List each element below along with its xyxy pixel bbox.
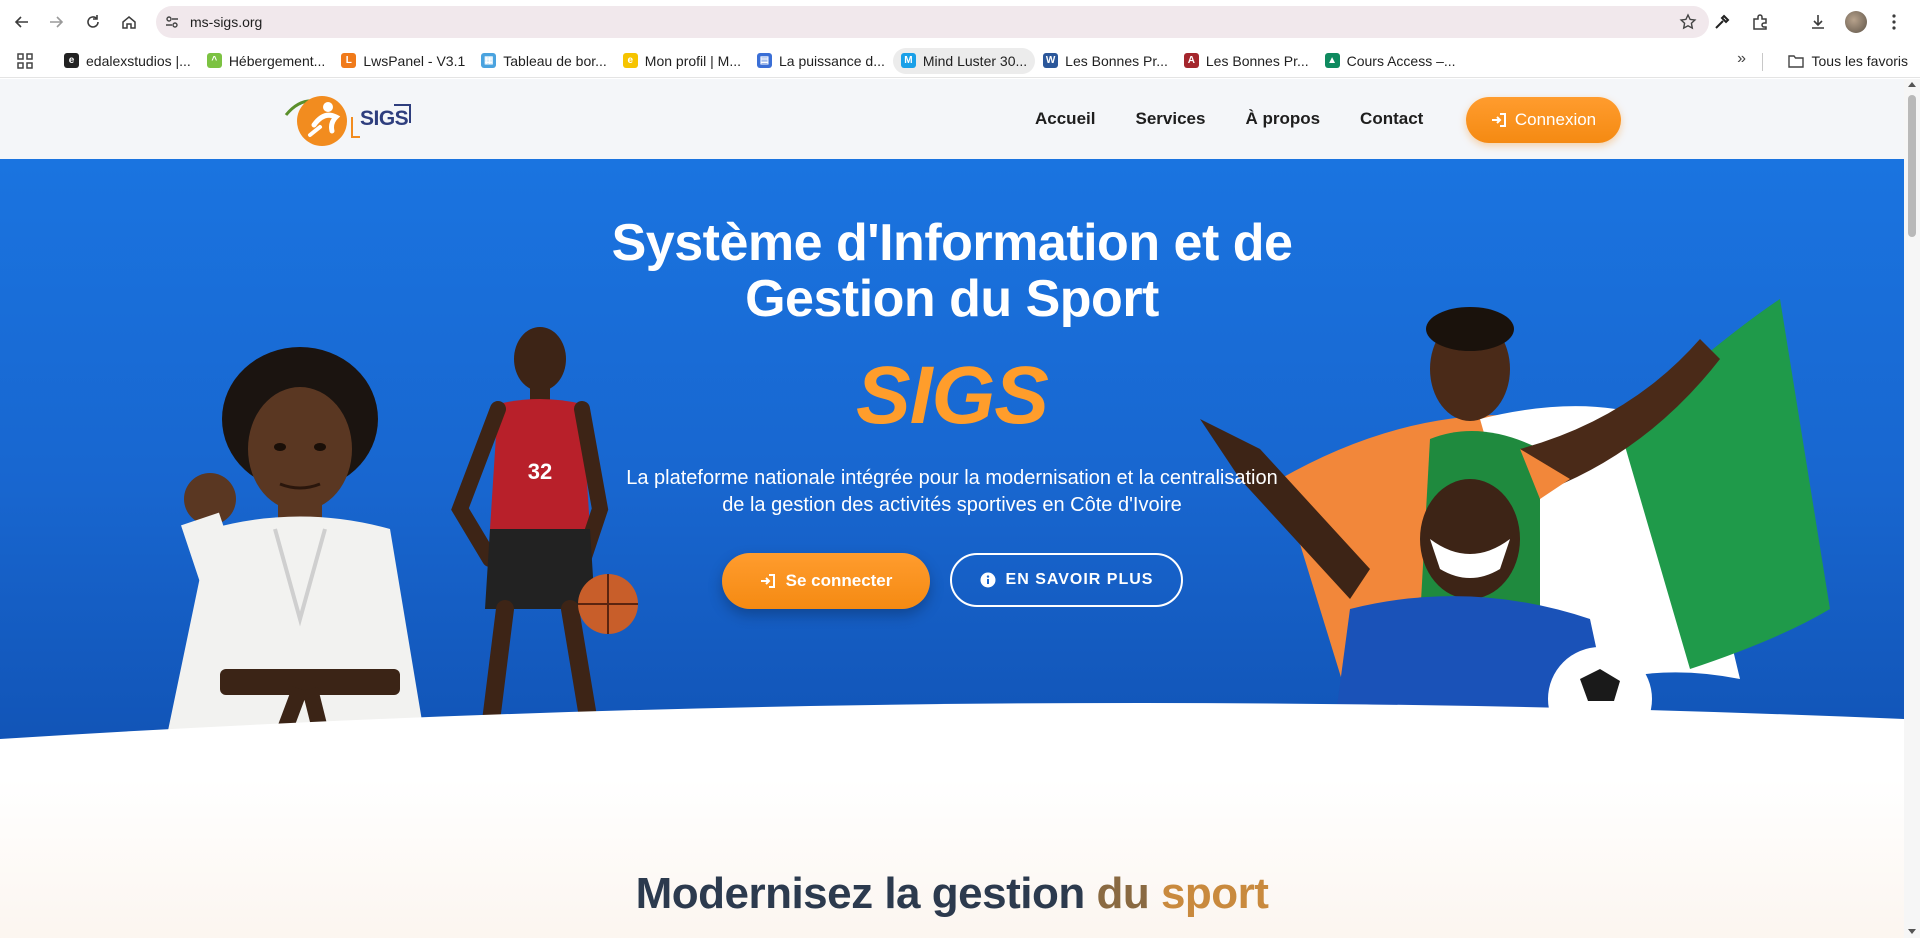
- bookmark-favicon-icon: L: [341, 53, 357, 68]
- bookmark-item[interactable]: L LwsPanel - V3.1: [333, 48, 473, 74]
- back-button[interactable]: [6, 6, 38, 38]
- bookmark-favicon-icon: e: [64, 53, 79, 68]
- section-title: Modernisez la gestion du sport: [452, 869, 1452, 919]
- download-icon[interactable]: [1802, 6, 1834, 38]
- page-viewport: SIGS Accueil Services À propos Contact C…: [0, 79, 1904, 938]
- se-connecter-label: Se connecter: [785, 571, 893, 590]
- bookmark-favicon-icon: e: [622, 53, 638, 68]
- bookmark-item[interactable]: e edalexstudios |...: [56, 48, 199, 74]
- info-icon: [980, 572, 996, 588]
- bookmarks-bar: e edalexstudios |... ^ Hébergement... L LwsPa…: [0, 44, 1920, 78]
- forward-button[interactable]: [40, 6, 72, 38]
- browser-toolbar: ms-sigs.org: [0, 0, 1920, 44]
- nav-a-propos[interactable]: À propos: [1245, 109, 1320, 129]
- site-info-icon[interactable]: [156, 14, 188, 30]
- scroll-down-arrow-icon[interactable]: [1908, 929, 1916, 934]
- bookmark-label: Hébergement...: [228, 52, 326, 69]
- connexion-button[interactable]: Connexion: [1466, 97, 1621, 143]
- bookmark-item[interactable]: ▤ La puissance d...: [749, 48, 893, 74]
- hero-wave-divider: [0, 703, 1904, 759]
- hero-subtitle-line1: La plateforme nationale intégrée pour la…: [626, 467, 1278, 489]
- home-icon: [122, 16, 136, 29]
- bookmark-label: Mind Luster 30...: [922, 52, 1028, 69]
- en-savoir-plus-label: EN SAVOIR PLUS: [1005, 571, 1154, 588]
- en-savoir-plus-button[interactable]: EN SAVOIR PLUS: [950, 553, 1183, 607]
- bookmark-label: Cours Access –...: [1346, 52, 1456, 69]
- bookmark-item[interactable]: ▲ Cours Access –...: [1317, 48, 1464, 74]
- bookmark-favicon-icon: ▤: [757, 53, 773, 68]
- profile-button[interactable]: [1840, 6, 1872, 38]
- main-nav: Accueil Services À propos Contact: [1035, 109, 1463, 129]
- bookmark-favicon-icon: A: [1183, 53, 1199, 68]
- logo-text: SIGS: [360, 107, 409, 130]
- all-bookmarks-label: Tous les favoris: [1811, 53, 1908, 69]
- section-title-part1: Modernisez la gestion: [635, 869, 1086, 918]
- hero-title-line1: Système d'Information et de: [611, 214, 1293, 272]
- hero-section: 32 Système d'Information et de Gestion d…: [0, 159, 1904, 759]
- home-button[interactable]: [113, 6, 145, 38]
- bookmark-label: La puissance d...: [779, 52, 885, 69]
- hero-subtitle: La plateforme nationale intégrée pour la…: [552, 465, 1352, 519]
- hero-title-line2: Gestion du Sport: [745, 270, 1159, 328]
- reload-button[interactable]: [77, 6, 109, 38]
- jersey-number: 32: [528, 459, 552, 484]
- bookmark-favicon-icon: ▲: [1324, 53, 1340, 68]
- arrow-right-icon: [50, 16, 64, 28]
- more-menu-icon[interactable]: [1878, 6, 1910, 38]
- bookmark-item[interactable]: W Les Bonnes Pr...: [1035, 48, 1176, 74]
- avatar: [1845, 11, 1867, 33]
- bookmark-label: Tableau de bor...: [503, 52, 607, 69]
- extensions-icon[interactable]: [1744, 6, 1776, 38]
- login-icon: [1491, 113, 1506, 127]
- site-logo[interactable]: SIGS: [284, 85, 424, 146]
- arrow-left-icon: [14, 16, 28, 28]
- page-scrollbar[interactable]: [1904, 79, 1920, 938]
- all-bookmarks-button[interactable]: Tous les favoris: [1787, 48, 1908, 74]
- nav-contact[interactable]: Contact: [1360, 109, 1423, 129]
- bookmark-favicon-icon: M: [900, 53, 916, 68]
- bookmark-label: LwsPanel - V3.1: [363, 52, 466, 69]
- bookmark-item[interactable]: M Mind Luster 30...: [892, 47, 1036, 74]
- bookmark-item[interactable]: ^ Hébergement...: [199, 48, 334, 74]
- bookmark-item[interactable]: ▦ Tableau de bor...: [473, 48, 615, 74]
- bookmark-item[interactable]: e Mon profil | M...: [615, 48, 749, 74]
- connexion-label: Connexion: [1514, 110, 1597, 129]
- nav-services[interactable]: Services: [1135, 109, 1205, 129]
- scrollbar-thumb[interactable]: [1908, 95, 1916, 237]
- divider: [1762, 53, 1763, 71]
- eyedropper-icon[interactable]: [1706, 6, 1738, 38]
- bookmark-label: Les Bonnes Pr...: [1065, 52, 1168, 69]
- bookmark-label: Les Bonnes Pr...: [1205, 52, 1309, 69]
- bookmark-favicon-icon: ▦: [481, 53, 497, 68]
- scroll-up-arrow-icon[interactable]: [1908, 82, 1916, 87]
- bookmark-favicon-icon: ^: [206, 53, 222, 68]
- hero-subtitle-line2: de la gestion des activités sportives en…: [722, 494, 1182, 516]
- address-bar[interactable]: ms-sigs.org: [156, 6, 1709, 38]
- url-text[interactable]: ms-sigs.org: [190, 14, 262, 30]
- login-icon: [760, 574, 775, 588]
- hero-title: Système d'Information et de Gestion du S…: [452, 215, 1452, 327]
- hero-brand: SIGS: [856, 350, 1049, 441]
- bookmark-item[interactable]: A Les Bonnes Pr...: [1176, 48, 1317, 74]
- folder-icon: [1787, 55, 1804, 68]
- bookmark-star-icon[interactable]: [1679, 13, 1697, 36]
- section-title-part3: sport: [1160, 869, 1269, 918]
- site-header: SIGS Accueil Services À propos Contact C…: [0, 79, 1904, 159]
- bookmark-label: edalexstudios |...: [86, 52, 191, 69]
- chevron-double-right-icon[interactable]: »: [1737, 50, 1746, 68]
- bookmark-favicon-icon: W: [1043, 53, 1059, 68]
- reload-icon: [87, 15, 99, 28]
- nav-accueil[interactable]: Accueil: [1035, 109, 1095, 129]
- section-title-part2: du: [1096, 869, 1150, 918]
- se-connecter-button[interactable]: Se connecter: [722, 553, 930, 609]
- bookmark-list: e edalexstudios |... ^ Hébergement... L LwsPa…: [56, 47, 1464, 74]
- toolbar-actions: [1706, 6, 1910, 38]
- apps-grid-icon[interactable]: [14, 50, 36, 72]
- bookmark-label: Mon profil | M...: [644, 52, 742, 69]
